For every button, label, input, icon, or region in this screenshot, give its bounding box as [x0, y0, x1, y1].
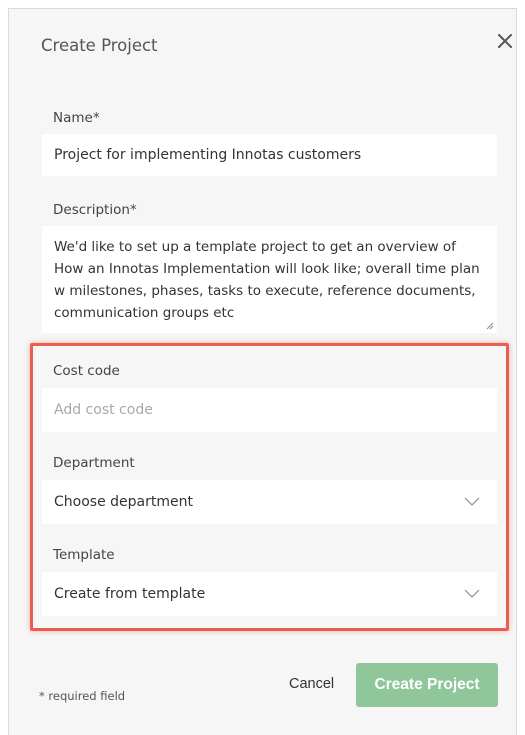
close-button[interactable]	[495, 31, 515, 51]
description-line: communication groups etc	[54, 305, 235, 321]
resize-grip-icon[interactable]	[486, 322, 494, 330]
chevron-down-icon	[464, 589, 480, 598]
template-selected: Create from template	[54, 586, 206, 602]
description-line: How an Innotas Implementation will look …	[54, 261, 480, 277]
create-project-dialog: Create Project Name* Project for impleme…	[8, 8, 517, 735]
department-label: Department	[53, 455, 135, 471]
name-value: Project for implementing Innotas custome…	[54, 147, 362, 163]
description-textarea[interactable]: We'd like to set up a template project t…	[42, 226, 497, 333]
template-select[interactable]: Create from template	[42, 572, 497, 616]
required-field-note: * required field	[39, 689, 126, 703]
name-label: Name*	[53, 110, 100, 126]
cost-code-label: Cost code	[53, 363, 120, 379]
cancel-button[interactable]: Cancel	[289, 676, 334, 692]
create-project-button[interactable]: Create Project	[356, 663, 498, 707]
department-selected: Choose department	[54, 494, 193, 510]
cost-code-input[interactable]: Add cost code	[42, 388, 497, 432]
description-line: We'd like to set up a template project t…	[54, 239, 456, 255]
name-input[interactable]: Project for implementing Innotas custome…	[42, 134, 497, 176]
description-line: w milestones, phases, tasks to execute, …	[54, 283, 476, 299]
department-select[interactable]: Choose department	[42, 480, 497, 524]
template-label: Template	[53, 547, 115, 563]
chevron-down-icon	[464, 497, 480, 506]
cost-code-placeholder: Add cost code	[54, 402, 153, 418]
dialog-title: Create Project	[41, 36, 158, 55]
close-icon	[498, 34, 512, 48]
description-label: Description*	[53, 202, 137, 218]
